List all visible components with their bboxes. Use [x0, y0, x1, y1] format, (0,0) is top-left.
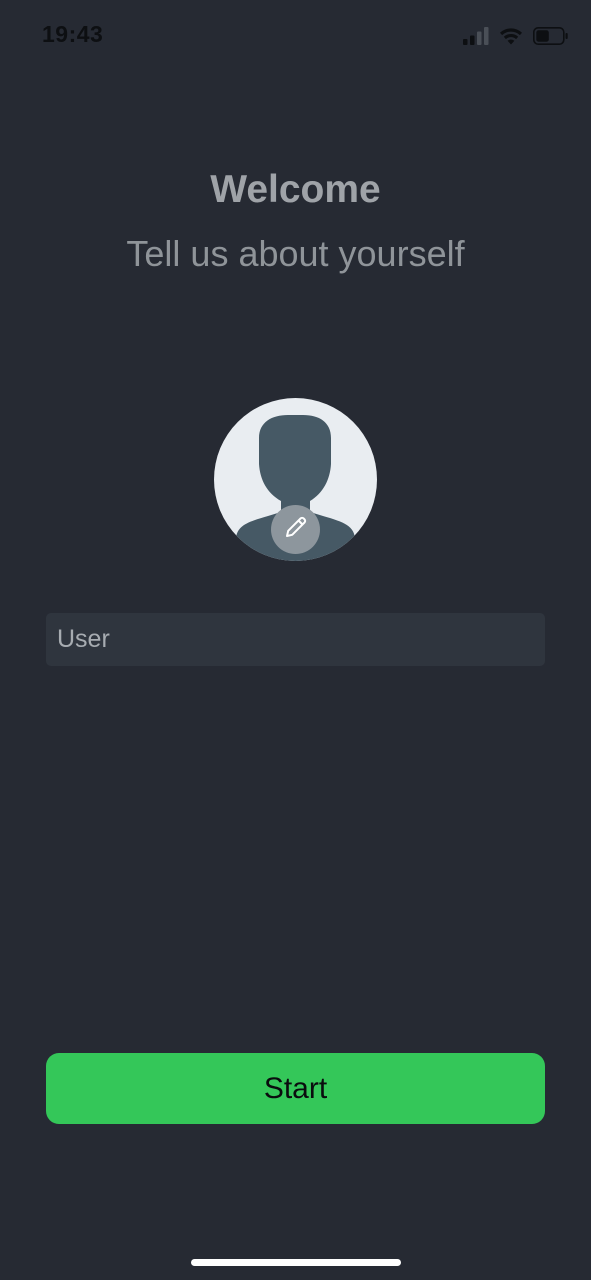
cellular-signal-icon	[463, 27, 489, 45]
edit-avatar-button[interactable]	[271, 505, 320, 554]
start-button[interactable]: Start	[46, 1053, 545, 1124]
status-icons	[463, 26, 569, 46]
name-input[interactable]	[57, 625, 534, 654]
home-indicator[interactable]	[191, 1259, 401, 1266]
battery-icon	[533, 27, 569, 45]
name-field[interactable]	[46, 613, 545, 666]
wifi-icon	[499, 27, 523, 45]
page-title: Welcome	[210, 168, 381, 211]
status-time: 19:43	[42, 21, 104, 47]
status-bar: 19:43	[0, 0, 591, 72]
pencil-icon	[283, 514, 309, 545]
page-subtitle: Tell us about yourself	[126, 233, 465, 274]
battery-level-fill	[536, 30, 549, 42]
